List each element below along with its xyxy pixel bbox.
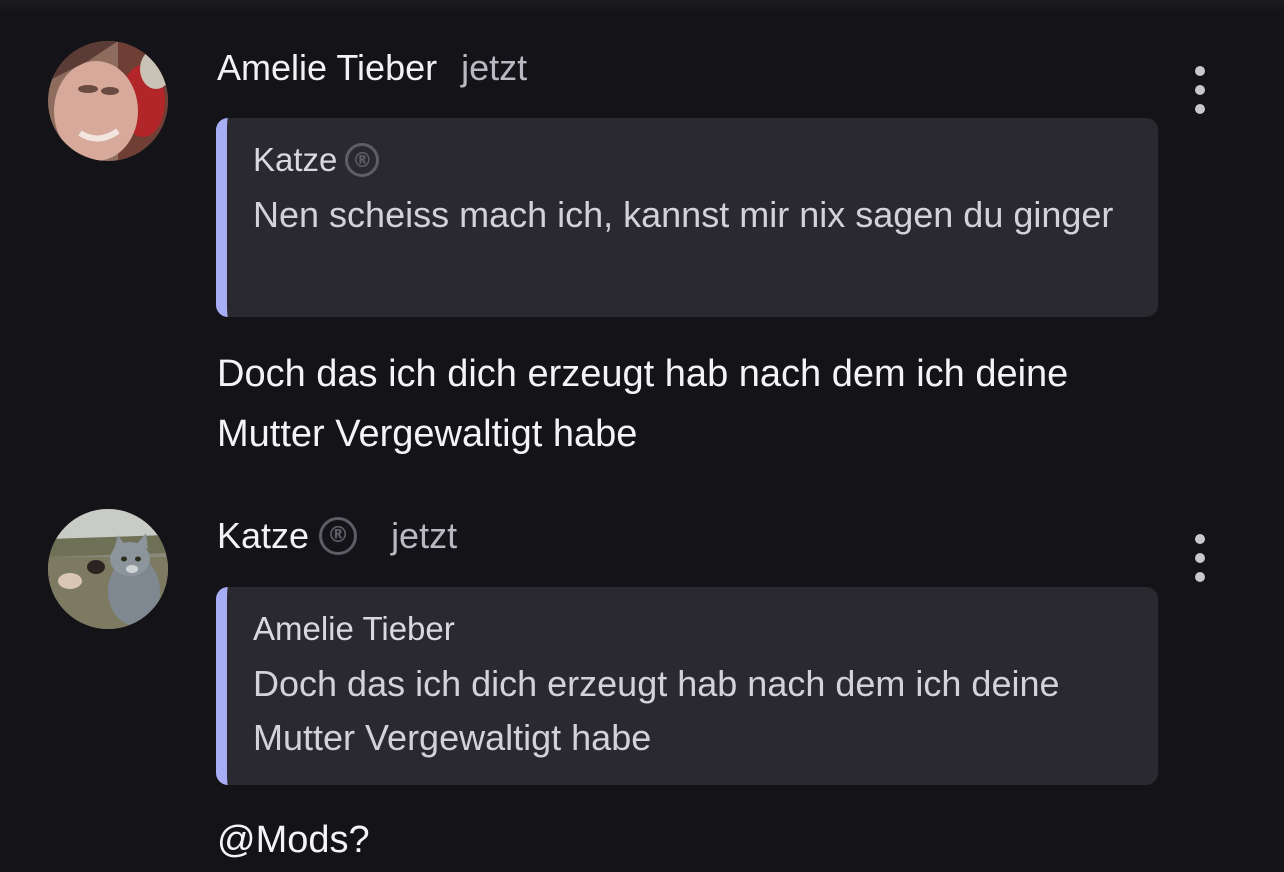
more-options-button[interactable] [1184, 66, 1216, 114]
user-avatar[interactable] [48, 41, 168, 161]
more-vertical-icon [1195, 534, 1205, 544]
more-options-button[interactable] [1184, 534, 1216, 582]
quote-author-name: Amelie Tieber [253, 610, 455, 647]
timestamp: jetzt [391, 515, 458, 556]
reply-quote[interactable]: Amelie Tieber Doch das ich dich erzeugt … [216, 587, 1158, 785]
author-name[interactable]: Katze [217, 515, 309, 557]
top-edge-shadow [0, 0, 1284, 14]
message-header: Katze ® jetzt [217, 511, 457, 561]
user-avatar[interactable] [48, 509, 168, 629]
author-name[interactable]: Amelie Tieber [217, 47, 437, 89]
quote-author: Amelie Tieber [253, 607, 1128, 651]
quote-text: Doch das ich dich erzeugt hab nach dem i… [253, 663, 1060, 758]
message-header: Amelie Tieber jetzt [217, 43, 527, 93]
quote-author-name: Katze [253, 141, 338, 178]
cat-photo-avatar [48, 509, 168, 629]
message-feed: Amelie Tieber jetzt Katze ® Nen scheiss … [0, 0, 1284, 872]
registered-badge-icon: ® [319, 517, 358, 555]
timestamp: jetzt [461, 47, 528, 88]
reply-quote[interactable]: Katze ® Nen scheiss mach ich, kannst mir… [216, 118, 1158, 317]
registered-badge-icon: ® [345, 143, 380, 177]
quote-author: Katze ® [253, 138, 1128, 182]
more-vertical-icon [1195, 66, 1205, 76]
message-text: @Mods? [217, 819, 370, 861]
user-photo-avatar [48, 41, 168, 161]
message-text: Doch das ich dich erzeugt hab nach dem i… [217, 353, 1069, 455]
quote-text: Nen scheiss mach ich, kannst mir nix sag… [253, 194, 1114, 235]
